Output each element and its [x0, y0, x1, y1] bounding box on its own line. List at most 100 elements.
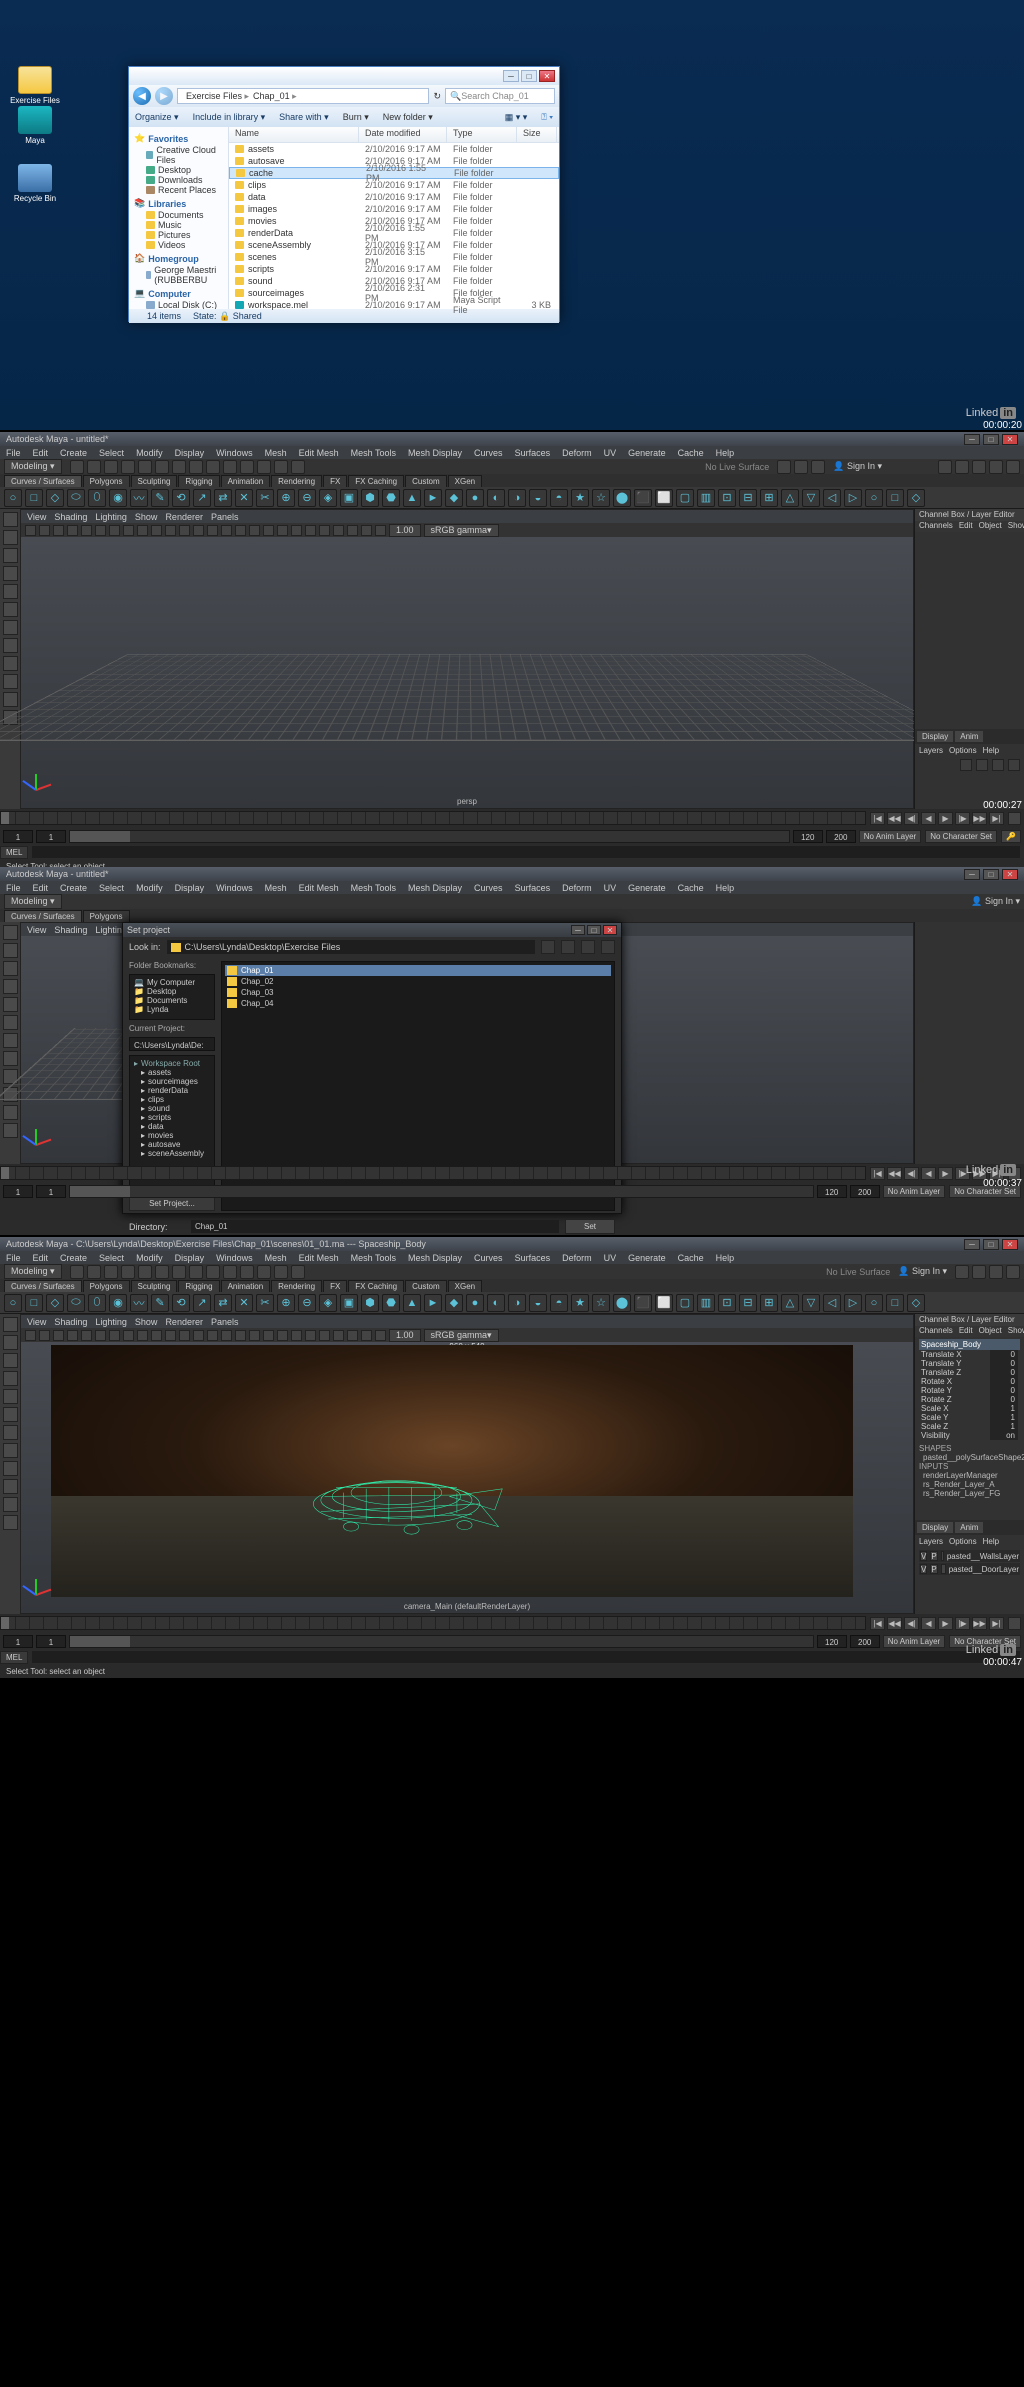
shelf-icon[interactable]: ▲	[403, 1294, 421, 1312]
shelf-tab[interactable]: Animation	[221, 475, 271, 487]
shelf-tab[interactable]: Custom	[405, 1280, 447, 1292]
shelf-icon[interactable]: ★	[571, 489, 589, 507]
directory-input[interactable]: Chap_01	[191, 1220, 559, 1233]
shelf-icon[interactable]: ⊖	[298, 489, 316, 507]
menu-item[interactable]: Generate	[628, 448, 666, 458]
sidebar-item[interactable]: George Maestri (RUBBERBU	[134, 265, 223, 285]
tool-button[interactable]	[3, 943, 18, 958]
sidebar-item[interactable]: Videos	[134, 240, 223, 250]
menu-item[interactable]: Create	[60, 1253, 87, 1263]
menu-item[interactable]: Edit Mesh	[299, 883, 339, 893]
shelf-tab[interactable]: Sculpting	[131, 1280, 178, 1292]
shelf-icon[interactable]: ▷	[844, 1294, 862, 1312]
shelf-icon[interactable]: ◒	[529, 489, 547, 507]
shelf-icon[interactable]: ○	[865, 489, 883, 507]
tool-button[interactable]	[3, 997, 18, 1012]
shelf-icon[interactable]: ⊟	[739, 1294, 757, 1312]
breadcrumb[interactable]: Exercise Files Chap_01	[177, 88, 429, 104]
shelf-icon[interactable]: ⊖	[298, 1294, 316, 1312]
menu-item[interactable]: Display	[175, 448, 205, 458]
shelf-icon[interactable]: □	[886, 489, 904, 507]
channel-row[interactable]: Visibilityon	[919, 1431, 1020, 1440]
shelf-icon[interactable]: ⬭	[67, 489, 85, 507]
minimize-button[interactable]: ─	[964, 434, 980, 445]
shelf-icon[interactable]: ✕	[235, 489, 253, 507]
channel-row[interactable]: Scale Z1	[919, 1422, 1020, 1431]
channel-row[interactable]: Scale X1	[919, 1404, 1020, 1413]
viewport[interactable]: ViewShadingLightingShowRendererPanels 1.…	[20, 1314, 914, 1614]
sidebar-item[interactable]: Pictures	[134, 230, 223, 240]
menu-item[interactable]: Mesh	[265, 1253, 287, 1263]
sidebar-item[interactable]: Documents	[134, 210, 223, 220]
channel-row[interactable]: Translate Z0	[919, 1368, 1020, 1377]
shelf-icon[interactable]: ◑	[508, 1294, 526, 1312]
back-button[interactable]: ◀	[133, 87, 151, 105]
range-end-inner[interactable]: 120	[793, 830, 823, 843]
channel-row[interactable]: Rotate Z0	[919, 1395, 1020, 1404]
display-tab[interactable]: Display	[917, 731, 953, 742]
file-row[interactable]: assets2/10/2016 9:17 AMFile folder	[229, 143, 559, 155]
menu-item[interactable]: Create	[60, 883, 87, 893]
shelf-icon[interactable]: ⬤	[613, 489, 631, 507]
shelf-icon[interactable]: △	[781, 1294, 799, 1312]
chapter-item[interactable]: Chap_02	[225, 976, 611, 987]
time-slider[interactable]	[0, 811, 866, 825]
tool-button[interactable]	[3, 512, 18, 527]
object-name[interactable]: Spaceship_Body	[919, 1339, 1020, 1350]
shelf-icon[interactable]: ◓	[550, 489, 568, 507]
dialog-titlebar[interactable]: Set project─□✕	[123, 923, 621, 937]
shelf-icon[interactable]: ✂	[256, 1294, 274, 1312]
shelf-icon[interactable]: ★	[571, 1294, 589, 1312]
shelf-icon[interactable]: ▣	[340, 1294, 358, 1312]
shelf-icon[interactable]: ⬭	[67, 1294, 85, 1312]
chapter-item[interactable]: Chap_04	[225, 998, 611, 1009]
menu-item[interactable]: Mesh Tools	[351, 883, 396, 893]
file-row[interactable]: scripts2/10/2016 9:17 AMFile folder	[229, 263, 559, 275]
shelf-tab[interactable]: XGen	[448, 1280, 482, 1292]
shelf-icon[interactable]: ◆	[445, 1294, 463, 1312]
menu-item[interactable]: Deform	[562, 1253, 592, 1263]
channel-row[interactable]: Translate Y0	[919, 1359, 1020, 1368]
forward-button[interactable]: ▶	[155, 87, 173, 105]
new-folder-button[interactable]: New folder	[383, 112, 433, 123]
burn-button[interactable]: Burn	[343, 112, 369, 123]
menu-item[interactable]: Help	[716, 1253, 735, 1263]
menu-item[interactable]: Edit Mesh	[299, 1253, 339, 1263]
col-type[interactable]: Type	[447, 127, 517, 142]
close-button[interactable]: ✕	[539, 70, 555, 82]
sidebar-libraries[interactable]: 📚 Libraries	[134, 198, 223, 209]
sidebar-item[interactable]: Music	[134, 220, 223, 230]
shelf-icon[interactable]: ▽	[802, 1294, 820, 1312]
menu-item[interactable]: UV	[604, 1253, 617, 1263]
shelf-tab[interactable]: Rigging	[178, 475, 219, 487]
menu-item[interactable]: Generate	[628, 1253, 666, 1263]
tool-button[interactable]	[3, 1461, 18, 1476]
file-row[interactable]: scenes2/10/2016 3:15 PMFile folder	[229, 251, 559, 263]
desktop-icon-exercise-files[interactable]: Exercise Files	[8, 66, 62, 105]
tool-button[interactable]	[3, 1353, 18, 1368]
command-input[interactable]	[32, 846, 1020, 858]
tool-button[interactable]	[3, 1497, 18, 1512]
shelf-icon[interactable]: ◒	[529, 1294, 547, 1312]
shelf-icon[interactable]: ⬢	[361, 1294, 379, 1312]
shelf-tab[interactable]: Polygons	[83, 1280, 130, 1292]
sidebar-item[interactable]: Creative Cloud Files	[134, 145, 223, 165]
menu-item[interactable]: Cache	[678, 1253, 704, 1263]
view-options-button[interactable]: ▦ ▾	[505, 112, 528, 123]
tool-button[interactable]	[3, 1371, 18, 1386]
shelf-icon[interactable]: ▲	[403, 489, 421, 507]
layer-item[interactable]: VPpasted__DoorLayer	[919, 1563, 1020, 1575]
shelf-tab[interactable]: Animation	[221, 1280, 271, 1292]
sidebar-item[interactable]: Desktop	[134, 165, 223, 175]
menu-item[interactable]: Help	[716, 883, 735, 893]
tool-button[interactable]	[3, 1015, 18, 1030]
shelf-icon[interactable]: ⊡	[718, 1294, 736, 1312]
menu-item[interactable]: Surfaces	[515, 1253, 551, 1263]
file-row[interactable]: clips2/10/2016 9:17 AMFile folder	[229, 179, 559, 191]
channel-row[interactable]: Translate X0	[919, 1350, 1020, 1359]
anim-tab[interactable]: Anim	[955, 731, 983, 742]
shelf-tab[interactable]: FX	[323, 475, 347, 487]
menu-item[interactable]: Edit	[33, 883, 49, 893]
menu-item[interactable]: UV	[604, 448, 617, 458]
chapter-item[interactable]: Chap_03	[225, 987, 611, 998]
